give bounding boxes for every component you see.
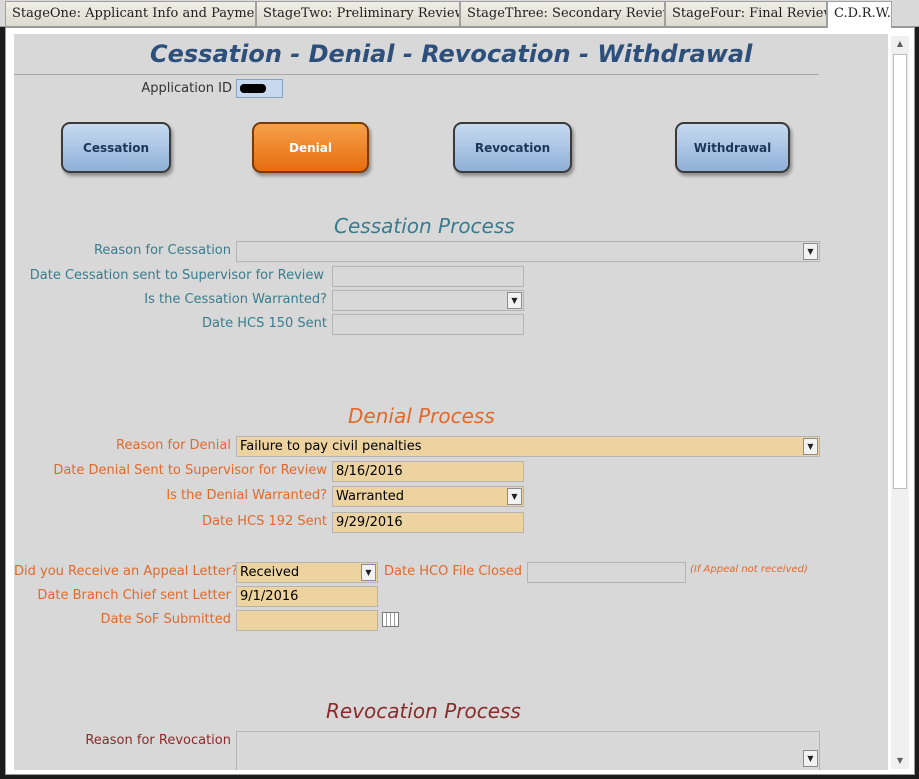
tab-stage-three[interactable]: StageThree: Secondary Review bbox=[460, 1, 665, 26]
tab-stage-one[interactable]: StageOne: Applicant Info and Payment bbox=[5, 1, 256, 26]
scroll-down-icon[interactable]: ▼ bbox=[891, 753, 909, 769]
calendar-icon[interactable] bbox=[382, 612, 399, 627]
page-title: Cessation - Denial - Revocation - Withdr… bbox=[150, 40, 753, 68]
redacted-mark bbox=[240, 84, 266, 93]
branch-chief-label: Date Branch Chief sent Letter bbox=[37, 588, 231, 603]
hco-file-closed-field[interactable] bbox=[527, 562, 686, 583]
branch-chief-field[interactable]: 9/1/2016 bbox=[236, 586, 378, 607]
dropdown-arrow-icon[interactable]: ▼ bbox=[803, 438, 818, 455]
denial-warranted-select[interactable]: Warranted ▼ bbox=[332, 486, 524, 507]
dropdown-arrow-icon[interactable]: ▼ bbox=[803, 243, 818, 260]
hco-file-closed-label: Date HCO File Closed bbox=[384, 564, 522, 579]
revocation-heading: Revocation Process bbox=[326, 699, 521, 723]
tab-bar: StageOne: Applicant Info and Payment Sta… bbox=[0, 0, 919, 28]
cessation-heading: Cessation Process bbox=[334, 214, 515, 238]
form-frame: Cessation - Denial - Revocation - Withdr… bbox=[5, 27, 915, 775]
scroll-thumb[interactable] bbox=[893, 54, 907, 489]
vertical-scrollbar[interactable]: ▲ ▼ bbox=[891, 36, 909, 769]
sof-submitted-field[interactable] bbox=[236, 610, 378, 631]
appeal-letter-select[interactable]: Received ▼ bbox=[236, 562, 378, 583]
date-cessation-sent-field[interactable] bbox=[332, 266, 524, 287]
cessation-warranted-label: Is the Cessation Warranted? bbox=[144, 292, 327, 307]
denial-heading: Denial Process bbox=[348, 404, 495, 428]
reason-revocation-select[interactable]: ▼ bbox=[236, 731, 820, 770]
scroll-up-icon[interactable]: ▲ bbox=[891, 36, 909, 52]
appeal-letter-label: Did you Receive an Appeal Letter? bbox=[14, 564, 238, 579]
withdrawal-button[interactable]: Withdrawal bbox=[675, 122, 790, 173]
cessation-button[interactable]: Cessation bbox=[61, 122, 171, 173]
date-cessation-sent-label: Date Cessation sent to Supervisor for Re… bbox=[29, 268, 324, 283]
reason-denial-label: Reason for Denial bbox=[116, 438, 231, 453]
date-hcs192-field[interactable]: 9/29/2016 bbox=[332, 512, 524, 533]
denial-button[interactable]: Denial bbox=[252, 122, 369, 173]
date-denial-sent-field[interactable]: 8/16/2016 bbox=[332, 461, 524, 482]
reason-denial-select[interactable]: Failure to pay civil penalties ▼ bbox=[236, 436, 820, 457]
form-body: Cessation - Denial - Revocation - Withdr… bbox=[14, 34, 888, 770]
dropdown-arrow-icon[interactable]: ▼ bbox=[361, 564, 376, 581]
dropdown-arrow-icon[interactable]: ▼ bbox=[507, 488, 522, 505]
tab-stage-two[interactable]: StageTwo: Preliminary Review bbox=[256, 1, 460, 26]
hco-note: (If Appeal not received) bbox=[690, 564, 808, 575]
revocation-button[interactable]: Revocation bbox=[453, 122, 572, 173]
cessation-warranted-select[interactable]: ▼ bbox=[332, 290, 524, 311]
reason-revocation-label: Reason for Revocation bbox=[85, 733, 231, 748]
reason-cessation-select[interactable]: ▼ bbox=[236, 241, 820, 262]
date-hcs192-label: Date HCS 192 Sent bbox=[202, 514, 327, 529]
dropdown-arrow-icon[interactable]: ▼ bbox=[507, 292, 522, 309]
dropdown-arrow-icon[interactable]: ▼ bbox=[803, 750, 818, 767]
date-hcs150-field[interactable] bbox=[332, 314, 524, 335]
date-denial-sent-label: Date Denial Sent to Supervisor for Revie… bbox=[53, 463, 327, 478]
tab-stage-four[interactable]: StageFour: Final Review bbox=[665, 1, 827, 26]
tab-cdrw[interactable]: C.D.R.W. bbox=[827, 1, 892, 28]
title-divider bbox=[14, 74, 819, 75]
application-id-field[interactable] bbox=[236, 79, 283, 98]
date-hcs150-label: Date HCS 150 Sent bbox=[202, 316, 327, 331]
application-id-label: Application ID bbox=[141, 81, 232, 96]
denial-warranted-label: Is the Denial Warranted? bbox=[166, 488, 327, 503]
sof-submitted-label: Date SoF Submitted bbox=[100, 612, 231, 627]
reason-cessation-label: Reason for Cessation bbox=[93, 243, 231, 258]
